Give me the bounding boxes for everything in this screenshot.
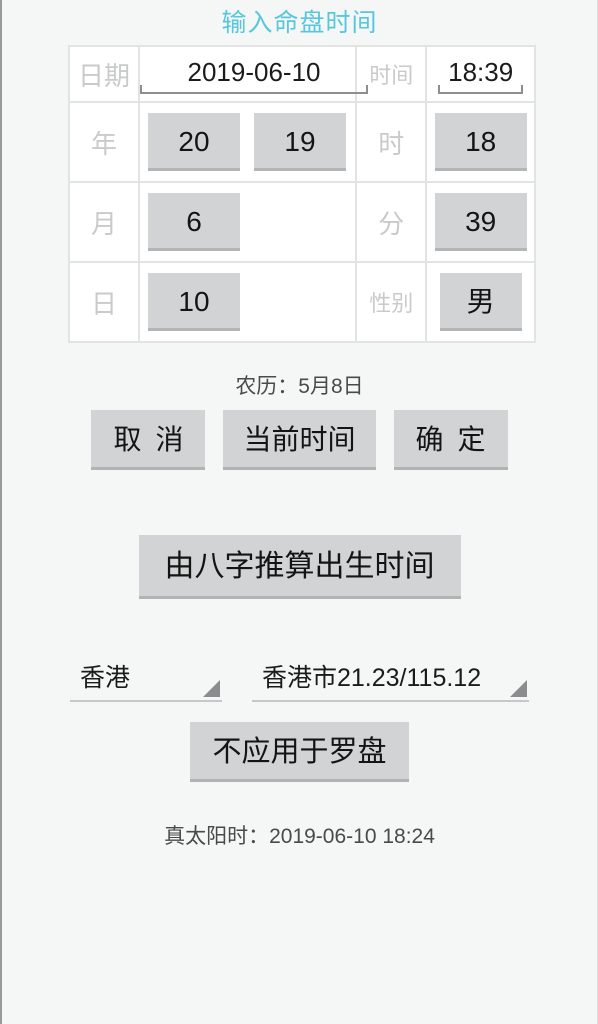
- table-row-month: 月 6 分 39: [70, 183, 534, 261]
- gender-cell: 男: [427, 263, 534, 341]
- location-row: 香港 香港市21.23/115.12: [2, 658, 597, 702]
- month-button[interactable]: 6: [148, 193, 240, 251]
- bazi-button-row: 由八字推算出生时间: [2, 535, 597, 599]
- day-cell: 10: [140, 263, 356, 341]
- year-cell: 20 19: [140, 103, 356, 181]
- label-year: 年: [70, 103, 138, 181]
- month-cell: 6: [140, 183, 356, 261]
- label-hour: 时: [357, 103, 426, 181]
- year-century-button[interactable]: 20: [148, 113, 240, 171]
- datetime-grid: 日期 2019-06-10 时间 18:39 年 20 19 时 18 月 6 …: [68, 45, 536, 343]
- label-date: 日期: [70, 47, 138, 101]
- time-input[interactable]: 18:39: [438, 53, 524, 96]
- gender-button[interactable]: 男: [439, 273, 522, 331]
- compass-toggle-button[interactable]: 不应用于罗盘: [190, 722, 409, 782]
- chevron-down-icon: [510, 680, 527, 697]
- true-solar-time-text: 真太阳时：2019-06-10 18:24: [164, 825, 435, 848]
- bazi-estimate-button[interactable]: 由八字推算出生时间: [138, 535, 461, 599]
- city-spinner-label: 香港市21.23/115.12: [262, 664, 482, 692]
- page-title: 输入命盘时间: [221, 9, 378, 37]
- year-suffix-button[interactable]: 19: [254, 113, 346, 171]
- current-time-button[interactable]: 当前时间: [223, 410, 376, 470]
- action-button-row: 取消 当前时间 确定: [2, 410, 597, 470]
- table-row-year: 年 20 19 时 18: [70, 103, 534, 181]
- date-input[interactable]: 2019-06-10: [140, 53, 368, 96]
- confirm-button[interactable]: 确定: [393, 410, 508, 470]
- lunar-date-text: 农历：5月8日: [235, 375, 364, 398]
- chevron-down-icon: [203, 680, 220, 697]
- date-field-cell[interactable]: 2019-06-10: [140, 47, 368, 101]
- compass-button-row: 不应用于罗盘: [2, 722, 597, 782]
- hour-button[interactable]: 18: [434, 113, 527, 171]
- label-day: 日: [70, 263, 138, 341]
- time-field-cell[interactable]: 18:39: [427, 47, 534, 101]
- city-spinner[interactable]: 香港市21.23/115.12: [252, 658, 529, 702]
- region-spinner[interactable]: 香港: [70, 658, 222, 702]
- app-screen: 输入命盘时间 日期 2019-06-10 时间 18:39 年 20 19 时 …: [0, 0, 598, 1024]
- label-minute: 分: [357, 183, 426, 261]
- label-gender: 性别: [357, 263, 426, 341]
- region-spinner-label: 香港: [80, 664, 131, 692]
- day-button[interactable]: 10: [148, 273, 240, 331]
- minute-button[interactable]: 39: [434, 193, 527, 251]
- cancel-button[interactable]: 取消: [91, 410, 206, 470]
- minute-cell: 39: [427, 183, 534, 261]
- label-month: 月: [70, 183, 138, 261]
- table-row-day: 日 10 性别 男: [70, 263, 534, 341]
- hour-cell: 18: [427, 103, 534, 181]
- table-row-date: 日期 2019-06-10 时间 18:39: [70, 47, 534, 101]
